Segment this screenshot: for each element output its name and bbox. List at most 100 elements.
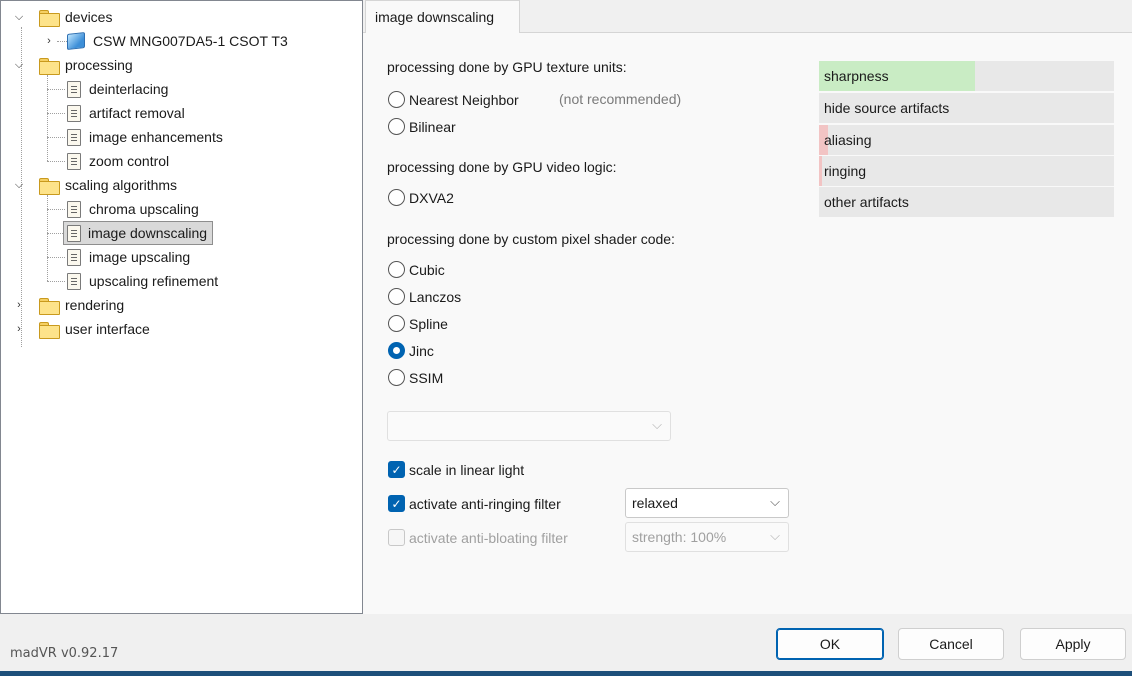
radio-circle <box>388 315 405 332</box>
tree-item-deinterlacing[interactable]: deinterlacing <box>67 78 170 100</box>
tree-item-scaling-algorithms[interactable]: scaling algorithms <box>39 174 179 196</box>
radio-label: DXVA2 <box>409 189 454 206</box>
tree-item-label: CSW MNG007DA5-1 CSOT T3 <box>93 33 288 49</box>
radio-jinc[interactable]: Jinc <box>388 342 434 359</box>
page-icon <box>67 272 81 290</box>
chevron-down-icon[interactable]: ⌵ <box>12 174 26 196</box>
radio-ssim[interactable]: SSIM <box>388 369 443 386</box>
tree-item-artifact-removal[interactable]: artifact removal <box>67 102 187 124</box>
tree-item-upscaling-refinement[interactable]: upscaling refinement <box>67 270 220 292</box>
button-label: OK <box>819 636 841 652</box>
page-icon <box>67 80 81 98</box>
tree-item-user-interface[interactable]: user interface <box>39 318 152 340</box>
tab-label: image downscaling <box>375 9 495 25</box>
radio-label: Jinc <box>409 342 434 359</box>
tree-item-label: image upscaling <box>89 249 191 265</box>
page-icon <box>67 248 81 266</box>
tree-item-device[interactable]: CSW MNG007DA5-1 CSOT T3 <box>67 30 290 52</box>
radio-label: Spline <box>409 315 448 332</box>
tree-item-image-enhancements[interactable]: image enhancements <box>67 126 225 148</box>
page-icon <box>67 224 81 242</box>
anti-ringing-mode-dropdown[interactable]: relaxed ⌵ <box>625 488 789 518</box>
shader-heading: processing done by custom pixel shader c… <box>387 231 675 247</box>
tree-item-label: artifact removal <box>89 105 185 121</box>
settings-tree[interactable]: ⌵ devices › CSW MNG007DA5-1 CSOT T3 ⌵ pr… <box>0 0 363 614</box>
chevron-down-icon[interactable]: ⌵ <box>12 6 26 28</box>
ok-button[interactable]: OK <box>776 628 884 660</box>
tab-image-downscaling[interactable]: image downscaling <box>365 0 520 33</box>
quality-bar-label: other artifacts <box>824 194 909 210</box>
quality-bar-label: sharpness <box>824 68 889 84</box>
folder-icon <box>39 9 60 27</box>
checkbox-label: activate anti-ringing filter <box>409 495 561 512</box>
tree-item-image-downscaling[interactable]: image downscaling <box>63 221 214 245</box>
anti-ringing-checkbox[interactable]: ✓ activate anti-ringing filter <box>388 495 561 512</box>
radio-label: SSIM <box>409 369 444 386</box>
radio-circle <box>388 288 405 305</box>
dropdown-value: relaxed <box>632 495 678 511</box>
folder-icon <box>39 177 60 195</box>
tree-item-rendering[interactable]: rendering <box>39 294 126 316</box>
tree-item-label: deinterlacing <box>89 81 169 97</box>
tree-item-image-upscaling[interactable]: image upscaling <box>67 246 192 268</box>
algorithm-options-dropdown[interactable]: ⌵ <box>387 411 671 441</box>
tree-item-label: chroma upscaling <box>89 201 199 217</box>
tree-item-label: rendering <box>65 297 125 313</box>
radio-label: Cubic <box>409 261 445 278</box>
version-label: madVR v0.92.17 <box>10 646 119 661</box>
page-icon <box>67 128 81 146</box>
tree-item-devices[interactable]: devices <box>39 6 114 28</box>
quality-bar-label: hide source artifacts <box>824 100 950 116</box>
tree-item-processing[interactable]: processing <box>39 54 135 76</box>
radio-circle <box>388 118 405 135</box>
not-recommended-note: (not recommended) <box>559 91 682 107</box>
checkbox-label: scale in linear light <box>409 461 525 478</box>
button-label: Apply <box>1055 636 1091 652</box>
apply-button[interactable]: Apply <box>1020 628 1126 660</box>
radio-nearest-neighbor[interactable]: Nearest Neighbor <box>388 91 519 108</box>
tree-item-label: upscaling refinement <box>89 273 219 289</box>
checkmark-icon: ✓ <box>388 495 405 512</box>
radio-circle <box>388 261 405 278</box>
folder-icon <box>39 57 60 75</box>
quality-bar-sharpness: sharpness <box>819 61 1114 91</box>
quality-bar-aliasing: aliasing <box>819 125 1114 155</box>
quality-bar-label: ringing <box>824 163 867 179</box>
anti-bloating-checkbox[interactable]: activate anti-bloating filter <box>388 529 568 546</box>
radio-label: Bilinear <box>409 118 456 135</box>
radio-lanczos[interactable]: Lanczos <box>388 288 461 305</box>
chevron-down-icon: ⌵ <box>652 417 662 432</box>
radio-circle <box>388 369 405 386</box>
radio-circle <box>388 91 405 108</box>
checkbox-box <box>388 529 405 546</box>
folder-icon <box>39 297 60 315</box>
page-icon <box>67 200 81 218</box>
page-icon <box>67 104 81 122</box>
radio-label: Lanczos <box>409 288 462 305</box>
linear-light-checkbox[interactable]: ✓ scale in linear light <box>388 461 524 478</box>
chevron-down-icon[interactable]: ⌵ <box>12 54 26 76</box>
tree-item-chroma-upscaling[interactable]: chroma upscaling <box>67 198 201 220</box>
checkbox-label: activate anti-bloating filter <box>409 529 568 546</box>
button-label: Cancel <box>929 636 973 652</box>
radio-cubic[interactable]: Cubic <box>388 261 445 278</box>
chevron-right-icon[interactable]: › <box>42 30 56 52</box>
chevron-right-icon[interactable]: › <box>12 318 26 340</box>
radio-bilinear[interactable]: Bilinear <box>388 118 456 135</box>
gpu-video-heading: processing done by GPU video logic: <box>387 159 617 175</box>
radio-spline[interactable]: Spline <box>388 315 448 332</box>
radio-label: Nearest Neighbor <box>409 91 519 108</box>
tree-item-label: zoom control <box>89 153 170 169</box>
tree-item-label: scaling algorithms <box>65 177 178 193</box>
anti-bloating-strength-dropdown[interactable]: strength: 100% ⌵ <box>625 522 789 552</box>
tree-item-zoom-control[interactable]: zoom control <box>67 150 171 172</box>
chevron-right-icon[interactable]: › <box>12 294 26 316</box>
radio-dxva2[interactable]: DXVA2 <box>388 189 454 206</box>
cancel-button[interactable]: Cancel <box>898 628 1004 660</box>
radio-circle-selected <box>388 342 405 359</box>
folder-icon <box>39 321 60 339</box>
dropdown-value: strength: 100% <box>632 529 727 545</box>
monitor-icon <box>67 32 85 50</box>
checkmark-icon: ✓ <box>388 461 405 478</box>
window-edge <box>0 671 1132 676</box>
